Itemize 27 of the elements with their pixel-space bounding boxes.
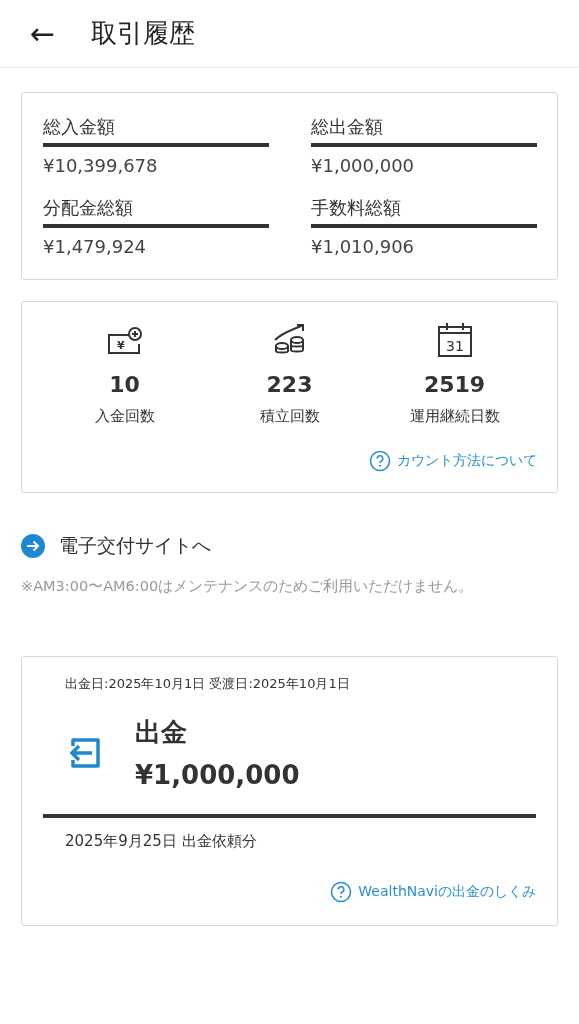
total-value: ¥10,399,678: [43, 155, 159, 176]
arrow-circle-icon: [21, 534, 45, 558]
help-icon: [330, 881, 353, 903]
total-value: ¥1,479,924: [43, 236, 148, 257]
total-label: 手数料総額: [311, 196, 537, 228]
total-label: 総入金額: [43, 115, 269, 147]
withdrawal-info-link[interactable]: WealthNaviの出金のしくみ: [330, 881, 536, 903]
stat-value: 2519: [423, 372, 486, 397]
transaction-amount: ¥1,000,000: [135, 760, 300, 790]
count-method-link[interactable]: カウント方法について: [369, 450, 537, 472]
maintenance-note: ※AM3:00〜AM6:00はメンテナンスのためご利用いただけません。: [21, 577, 475, 596]
stat-label: 入金回数: [94, 407, 155, 426]
total-value: ¥1,000,000: [311, 155, 416, 176]
stat-label: 運用継続日数: [409, 407, 500, 426]
transaction-type: 出金: [135, 716, 188, 749]
page-title: 取引履歴: [91, 17, 196, 50]
total-label: 総出金額: [311, 115, 537, 147]
transaction-dates: 出金日:2025年10月1日 受渡日:2025年10月1日: [65, 675, 351, 693]
stat-label: 積立回数: [259, 407, 320, 426]
e-delivery-link[interactable]: 電子交付サイトへ: [21, 533, 579, 559]
stat-value: 10: [109, 372, 140, 397]
total-label: 分配金総額: [43, 196, 269, 228]
help-icon: [369, 450, 391, 472]
back-button[interactable]: ←: [30, 18, 56, 49]
request-date: 2025年9月25日 出金依頼分: [65, 832, 258, 851]
total-value: ¥1,010,906: [311, 236, 416, 257]
stat-value: 223: [266, 372, 313, 397]
